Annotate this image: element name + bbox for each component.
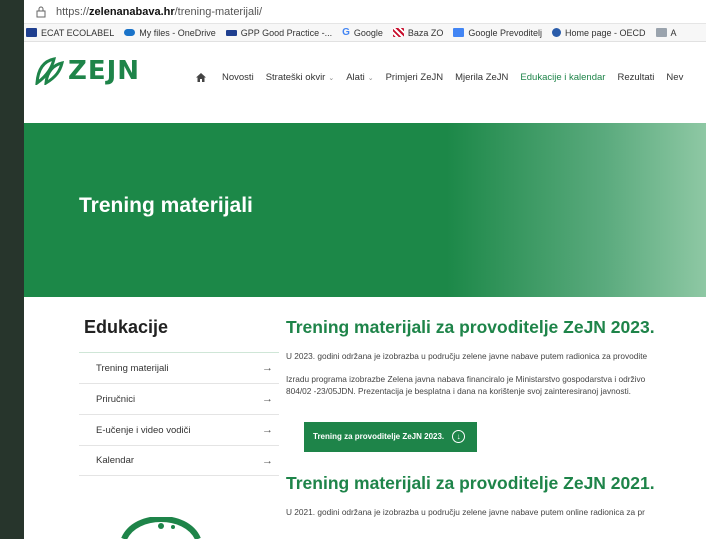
address-bar[interactable]: https://zelenanabava.hr/trening-materija…: [24, 0, 706, 24]
nav-strateski-okvir[interactable]: Strateški okvir ⌄: [266, 72, 335, 83]
section-title-2023: Trening materijali za provoditelje ZeJN …: [286, 317, 655, 337]
nav-label: Mjerila ZeJN: [455, 72, 509, 83]
nav-label: Rezultati: [617, 72, 655, 83]
sidebar-item-label: Kalendar: [96, 455, 135, 466]
url-path[interactable]: /trening-materijali/: [175, 6, 262, 18]
sidebar-item-prirucnici[interactable]: Priručnici →: [79, 383, 279, 414]
section-title-2021: Trening materijali za provoditelje ZeJN …: [286, 472, 655, 493]
nav-label: Alati: [346, 72, 365, 83]
browser-window: https://zelenanabava.hr/trening-materija…: [24, 0, 706, 539]
google-translate-icon: [453, 28, 465, 37]
main-navigation: Novosti Strateški okvir ⌄ Alati ⌄ Primjeri…: [196, 72, 695, 83]
croatia-shield-icon: [392, 28, 404, 37]
nav-alati[interactable]: Alati ⌄: [346, 72, 373, 83]
bookmark-label: ECAT ECOLABEL: [41, 27, 115, 38]
bookmark-google[interactable]: G Google: [342, 27, 383, 38]
home-icon[interactable]: [196, 73, 206, 82]
hero-banner: Trening materijali: [24, 123, 706, 297]
nav-label: Novosti: [222, 72, 254, 83]
bookmark-gpp-good-practice[interactable]: GPP Good Practice -...: [225, 27, 333, 38]
page-title: Trening materijali: [79, 194, 253, 217]
download-button-label: Trening za provoditelje ZeJN 2023.: [313, 432, 445, 441]
oecd-icon: [551, 28, 561, 37]
bookmark-more[interactable]: A: [655, 27, 677, 38]
section-2023-funding-line: 804/02 -23/05JDN. Prezentacija je bespla…: [286, 386, 631, 396]
sidebar-title: Edukacije: [84, 317, 169, 337]
bookmark-label: Baza ZO: [407, 27, 444, 38]
bookmarks-bar: ECAT ECOLABEL My files - OneDrive GPP Go…: [24, 24, 706, 42]
bookmark-baza-zo[interactable]: Baza ZO: [392, 27, 444, 38]
site-logo[interactable]: ZEJN: [34, 56, 140, 86]
nav-label: Edukacije i kalendar: [520, 72, 606, 83]
chevron-down-icon: ⌄: [367, 74, 374, 82]
section-2021-intro: U 2021. godini održana je izobrazba u po…: [286, 506, 645, 517]
bookmark-label: A: [670, 27, 677, 38]
arrow-right-icon: →: [262, 454, 273, 467]
lock-icon[interactable]: [34, 5, 48, 19]
arrow-right-icon: →: [262, 424, 273, 436]
chevron-down-icon: ⌄: [328, 74, 335, 82]
section-2023-intro: U 2023. godini održana je izobrazba u po…: [286, 351, 648, 361]
nav-edukacije-i-kalendar[interactable]: Edukacije i kalendar: [520, 72, 605, 83]
bookmark-ecat-ecolabel[interactable]: ECAT ECOLABEL: [26, 28, 114, 38]
arrow-right-icon: →: [262, 362, 273, 374]
section-2023-funding-line: Izradu programa izobrazbe Zelena javna n…: [286, 373, 646, 384]
nav-label: Strateški okvir: [265, 72, 326, 83]
site-header: ZEJN Novosti Strateški okvir ⌄ Alati ⌄ Pri…: [24, 42, 706, 98]
bookmark-oecd[interactable]: Home page - OECD: [551, 27, 646, 38]
bookmark-google-prevoditelj[interactable]: Google Prevoditelj: [453, 28, 542, 38]
onedrive-cloud-icon: [124, 29, 136, 36]
logo-text: ZEJN: [68, 56, 141, 86]
sidebar-item-trening-materijali[interactable]: Trening materijali →: [79, 352, 279, 383]
nav-more[interactable]: Nev: [666, 72, 683, 83]
leaf-logo-icon: [35, 57, 64, 85]
sidebar: Edukacije Trening materijali → Priručnic…: [79, 317, 279, 476]
nav-label: Nev: [666, 72, 684, 83]
nav-rezultati[interactable]: Rezultati: [617, 72, 654, 83]
site-icon: [655, 28, 667, 37]
bookmark-label: GPP Good Practice -...: [240, 27, 333, 38]
nav-mjerila-zejn[interactable]: Mjerila ZeJN: [455, 72, 508, 83]
sidebar-item-label: E-učenje i video vodiči: [96, 424, 191, 436]
sidebar-item-kalendar[interactable]: Kalendar →: [79, 445, 279, 476]
google-g-icon: G: [342, 27, 350, 38]
bookmark-label: Home page - OECD: [564, 27, 646, 38]
section-2023-funding: Izradu programa izobrazbe Zelena javna n…: [286, 373, 706, 398]
url-prefix[interactable]: https://: [56, 6, 89, 18]
bookmark-label: Google Prevoditelj: [468, 27, 542, 38]
eu-flag-icon: [26, 28, 37, 37]
main-content: Trening materijali za provoditelje ZeJN …: [286, 317, 706, 518]
bookmark-label: My files - OneDrive: [139, 27, 216, 38]
url-domain[interactable]: zelenanabava.hr: [89, 6, 175, 18]
arrow-right-icon: →: [262, 393, 273, 405]
decorative-logo-icon: [121, 517, 201, 539]
sidebar-item-label: Priručnici: [96, 393, 136, 405]
download-button-2023[interactable]: Trening za provoditelje ZeJN 2023. ↓: [304, 421, 478, 452]
bookmark-onedrive[interactable]: My files - OneDrive: [124, 28, 216, 38]
nav-novosti[interactable]: Novosti: [222, 72, 254, 83]
download-icon: ↓: [452, 430, 466, 443]
eu-flag-icon: [225, 29, 237, 36]
sidebar-item-label: Trening materijali: [96, 362, 169, 374]
nav-label: Primjeri ZeJN: [385, 72, 444, 83]
sidebar-item-e-ucenje[interactable]: E-učenje i video vodiči →: [79, 414, 279, 445]
bookmark-label: Google: [353, 27, 383, 38]
nav-primjeri-zejn[interactable]: Primjeri ZeJN: [386, 72, 444, 83]
